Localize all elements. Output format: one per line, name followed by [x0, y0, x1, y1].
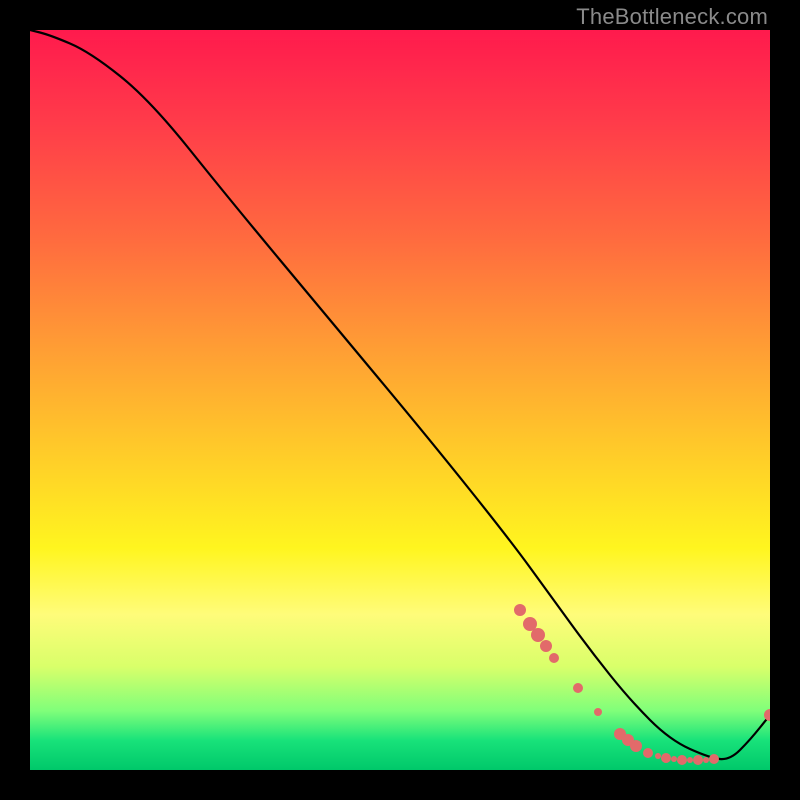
data-point-marker — [709, 754, 719, 764]
data-point-marker — [687, 757, 693, 763]
data-point-marker — [514, 604, 526, 616]
data-point-marker — [630, 740, 642, 752]
chart-svg — [30, 30, 770, 770]
data-point-marker — [594, 708, 602, 716]
data-point-marker — [661, 753, 671, 763]
bottleneck-curve-path — [30, 30, 770, 759]
data-point-marker — [764, 709, 770, 721]
data-point-marker — [643, 748, 653, 758]
chart-frame — [30, 30, 770, 770]
data-point-marker — [677, 755, 687, 765]
data-point-marker — [703, 757, 709, 763]
data-point-marker — [693, 755, 703, 765]
data-point-marker — [531, 628, 545, 642]
watermark-text: TheBottleneck.com — [576, 4, 768, 30]
curve-layer — [30, 30, 770, 759]
data-point-marker — [540, 640, 552, 652]
data-point-marker — [573, 683, 583, 693]
marker-layer — [514, 604, 770, 765]
data-point-marker — [549, 653, 559, 663]
data-point-marker — [671, 756, 677, 762]
data-point-marker — [655, 753, 661, 759]
